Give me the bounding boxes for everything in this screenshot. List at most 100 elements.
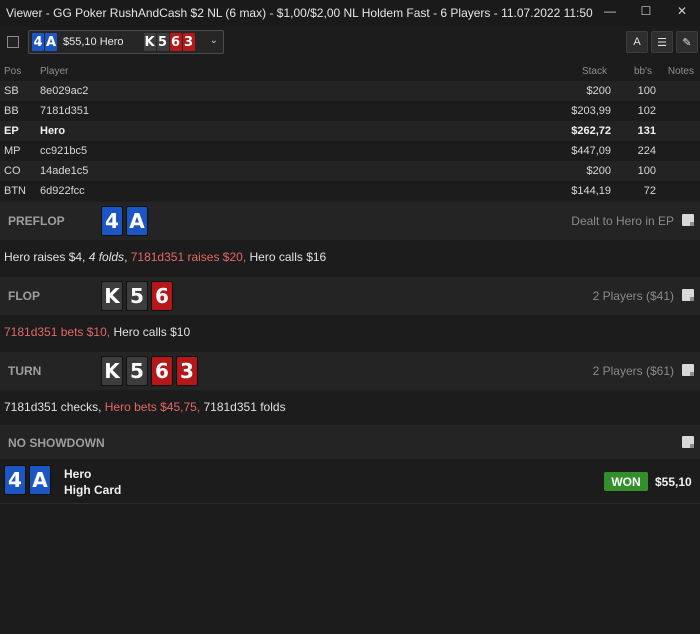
row-player: cc921bc5 xyxy=(40,145,88,157)
row-stack: $447,09 xyxy=(571,145,611,157)
font-size-icon[interactable]: A xyxy=(626,31,648,53)
won-badge: WON xyxy=(604,472,648,491)
title-bar: Viewer - GG Poker RushAndCash $2 NL (6 m… xyxy=(0,0,700,26)
preflop-cards: 4 A xyxy=(101,206,148,236)
row-stack: $144,19 xyxy=(571,185,611,197)
row-player: 14ade1c5 xyxy=(40,165,89,177)
window-controls: — ☐ ✕ xyxy=(592,0,700,22)
note-icon[interactable] xyxy=(682,289,694,301)
row-stack: $200 xyxy=(586,85,611,97)
card: 6 xyxy=(151,281,173,311)
won-amount: $55,10 xyxy=(655,475,692,489)
flop-cards: K 5 6 xyxy=(101,281,173,311)
row-pos: MP xyxy=(4,145,21,157)
card: 5 xyxy=(126,281,148,311)
hand-select-dropdown[interactable]: 4 A $55,10 Hero K 5 6 3 ⌄ xyxy=(28,30,224,54)
mini-card: 5 xyxy=(156,33,169,51)
players-table-header: Pos Player Stack bb's Notes xyxy=(0,62,700,80)
street-name: PREFLOP xyxy=(8,214,65,228)
row-pos: SB xyxy=(4,85,19,97)
card: A xyxy=(29,465,51,495)
hand-select-amount: $55,10 Hero xyxy=(63,36,124,48)
row-player: Hero xyxy=(40,125,66,137)
row-bbs: 224 xyxy=(637,145,656,157)
toolbar-icons: A ☰ ✎ xyxy=(626,31,698,53)
toolbar: 4 A $55,10 Hero K 5 6 3 ⌄ A ☰ ✎ xyxy=(0,28,700,56)
mini-card: K xyxy=(143,33,156,51)
list-icon[interactable]: ☰ xyxy=(651,31,673,53)
action-text-italic: 4 folds xyxy=(88,250,125,264)
action-text-highlight: Hero bets $45,75, xyxy=(104,400,201,414)
header-player: Player xyxy=(40,66,69,77)
edit-icon[interactable]: ✎ xyxy=(676,31,698,53)
turn-action: 7181d351 checks, Hero bets $45,75, 7181d… xyxy=(4,400,286,414)
row-player: 8e029ac2 xyxy=(40,85,89,97)
card: A xyxy=(126,206,148,236)
mini-card: 6 xyxy=(169,33,182,51)
card: 5 xyxy=(126,356,148,386)
street-flop: FLOP K 5 6 2 Players ($41) xyxy=(0,277,700,315)
card: 3 xyxy=(176,356,198,386)
row-stack: $203,99 xyxy=(571,105,611,117)
result-cards: 4 A xyxy=(4,465,51,495)
minimize-button[interactable]: — xyxy=(592,0,628,22)
action-text: 7181d351 checks, xyxy=(4,400,105,414)
card: K xyxy=(101,281,123,311)
street-turn: TURN K 5 6 3 2 Players ($61) xyxy=(0,352,700,390)
row-pos: CO xyxy=(4,165,21,177)
result-player: Hero xyxy=(64,467,92,481)
mini-card: A xyxy=(45,33,57,51)
row-pos: BTN xyxy=(4,185,26,197)
header-pos: Pos xyxy=(4,66,22,77)
card: 4 xyxy=(4,465,26,495)
turn-cards: K 5 6 3 xyxy=(101,356,198,386)
action-text: Hero calls $10 xyxy=(110,325,191,339)
row-bbs: 131 xyxy=(637,125,656,137)
row-stack: $262,72 xyxy=(571,125,611,137)
row-player: 6d922fcc xyxy=(40,185,85,197)
street-name: NO SHOWDOWN xyxy=(8,436,105,450)
table-row[interactable]: BB 7181d351 $203,99 102 xyxy=(0,101,700,121)
table-row[interactable]: SB 8e029ac2 $200 100 xyxy=(0,81,700,101)
select-checkbox[interactable] xyxy=(7,36,19,48)
note-icon[interactable] xyxy=(682,364,694,376)
table-row[interactable]: EP Hero $262,72 131 xyxy=(0,121,700,141)
action-text: 7181d351 folds xyxy=(200,400,286,414)
row-player: 7181d351 xyxy=(40,105,89,117)
table-row[interactable]: BTN 6d922fcc $144,19 72 xyxy=(0,181,700,201)
header-bbs: bb's xyxy=(633,66,652,77)
street-info: 2 Players ($61) xyxy=(592,364,674,378)
action-text: Hero calls $16 xyxy=(246,250,327,264)
row-pos: BB xyxy=(4,105,19,117)
note-icon[interactable] xyxy=(682,214,694,226)
table-row[interactable]: CO 14ade1c5 $200 100 xyxy=(0,161,700,181)
street-showdown: NO SHOWDOWN xyxy=(0,425,700,459)
street-preflop: PREFLOP 4 A Dealt to Hero in EP xyxy=(0,202,700,240)
row-pos: EP xyxy=(4,125,19,137)
street-name: FLOP xyxy=(8,289,40,303)
preflop-action: Hero raises $4, 4 folds, 7181d351 raises… xyxy=(4,250,326,264)
players-table: SB 8e029ac2 $200 100 BB 7181d351 $203,99… xyxy=(0,81,700,201)
card: K xyxy=(101,356,123,386)
result-hand-rank: High Card xyxy=(64,483,122,497)
card: 4 xyxy=(101,206,123,236)
row-bbs: 100 xyxy=(637,85,656,97)
row-bbs: 100 xyxy=(637,165,656,177)
action-text-highlight: 7181d351 raises $20, xyxy=(130,250,247,264)
table-row[interactable]: MP cc921bc5 $447,09 224 xyxy=(0,141,700,161)
street-info: 2 Players ($41) xyxy=(592,289,674,303)
action-text: , xyxy=(124,250,131,264)
maximize-button[interactable]: ☐ xyxy=(628,0,664,22)
close-button[interactable]: ✕ xyxy=(664,0,700,22)
street-info: Dealt to Hero in EP xyxy=(571,214,674,228)
mini-card: 4 xyxy=(32,33,44,51)
row-stack: $200 xyxy=(586,165,611,177)
header-stack: Stack xyxy=(581,66,607,77)
action-text: Hero raises $4, xyxy=(4,250,89,264)
row-bbs: 102 xyxy=(637,105,656,117)
note-icon[interactable] xyxy=(682,436,694,448)
result-row: 4 A Hero High Card WON $55,10 xyxy=(0,459,700,504)
action-text-highlight: 7181d351 bets $10, xyxy=(4,325,111,339)
header-notes: Notes xyxy=(667,66,694,77)
flop-action: 7181d351 bets $10, Hero calls $10 xyxy=(4,325,190,339)
